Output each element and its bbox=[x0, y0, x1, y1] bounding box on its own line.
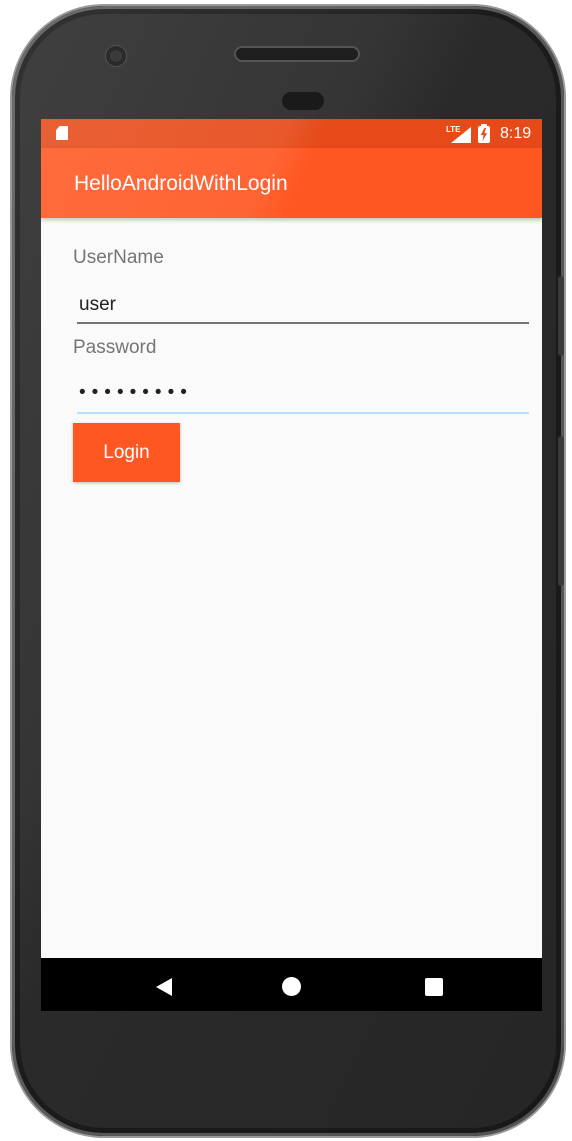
app-title: HelloAndroidWithLogin bbox=[74, 172, 288, 195]
login-button[interactable]: Login bbox=[73, 423, 180, 482]
status-clock: 8:19 bbox=[500, 125, 532, 142]
password-label: Password bbox=[73, 337, 157, 358]
earpiece-speaker bbox=[234, 46, 360, 62]
network-type-label: LTE bbox=[446, 125, 461, 134]
username-value: user bbox=[79, 294, 116, 315]
phone-frame: LTE 8:19 HelloAndroidWithLogin UserName … bbox=[12, 6, 564, 1136]
power-key bbox=[558, 276, 564, 356]
password-value: ••••••••• bbox=[79, 382, 193, 403]
password-field[interactable]: ••••••••• bbox=[77, 376, 529, 414]
navigation-bar bbox=[41, 958, 542, 1011]
proximity-sensor bbox=[282, 92, 324, 110]
app-bar: HelloAndroidWithLogin bbox=[41, 119, 542, 239]
front-camera-icon bbox=[106, 46, 126, 66]
home-icon[interactable] bbox=[282, 977, 301, 996]
volume-key bbox=[558, 436, 564, 586]
screen: LTE 8:19 HelloAndroidWithLogin UserName … bbox=[41, 119, 542, 1011]
status-bar: LTE 8:19 bbox=[41, 119, 542, 148]
recents-icon[interactable] bbox=[425, 978, 443, 996]
charging-bolt-icon bbox=[480, 128, 488, 141]
sd-card-icon bbox=[56, 126, 68, 140]
back-icon[interactable] bbox=[156, 978, 172, 996]
battery-charging-icon bbox=[478, 124, 490, 143]
username-label: UserName bbox=[73, 247, 164, 268]
username-underline bbox=[77, 322, 529, 324]
username-field[interactable]: user bbox=[77, 286, 529, 324]
password-underline bbox=[77, 412, 529, 414]
